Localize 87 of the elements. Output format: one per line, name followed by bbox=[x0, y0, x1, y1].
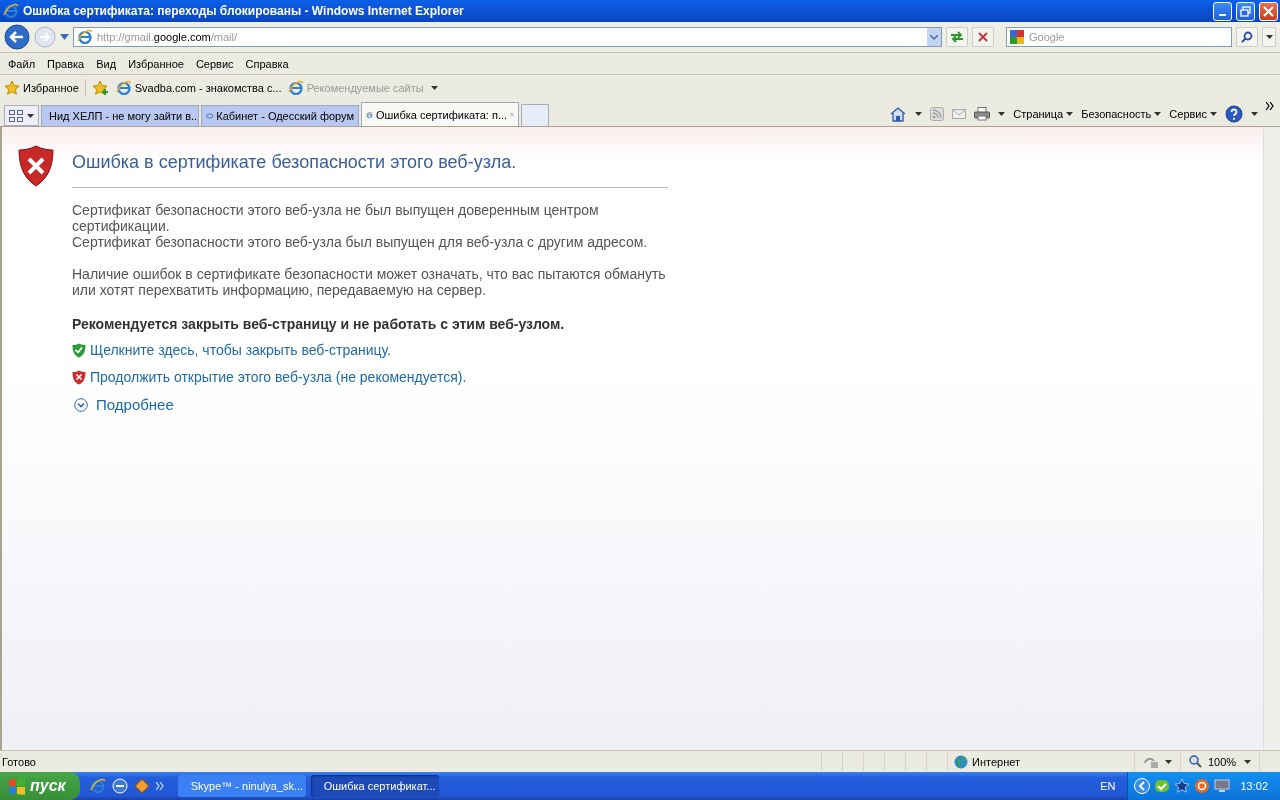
caret-icon[interactable] bbox=[1210, 112, 1217, 116]
caret-icon[interactable] bbox=[1066, 112, 1074, 116]
help-icon[interactable] bbox=[1225, 105, 1243, 123]
tray-expand-icon[interactable] bbox=[1134, 778, 1151, 794]
close-icon bbox=[1263, 5, 1274, 17]
globe-icon bbox=[954, 754, 968, 769]
action-link[interactable]: Щелкните здесь, чтобы закрыть веб-страницу. bbox=[90, 342, 392, 358]
language-indicator[interactable]: EN bbox=[1100, 780, 1128, 792]
command-menu[interactable]: Сервис bbox=[1169, 108, 1217, 120]
stop-cross-icon bbox=[978, 32, 988, 42]
chat-tray-icon[interactable] bbox=[1154, 778, 1171, 794]
minimize-button[interactable] bbox=[1213, 1, 1232, 21]
caret-icon[interactable] bbox=[1154, 112, 1162, 116]
zoom-icon[interactable] bbox=[1189, 755, 1202, 768]
more-info-link[interactable]: Подробнее bbox=[96, 396, 174, 413]
menu-item[interactable]: Правка bbox=[41, 55, 91, 72]
back-button[interactable] bbox=[4, 24, 30, 50]
taskbar-button[interactable]: Skype™ - ninulya_sk... bbox=[177, 775, 306, 797]
caret-icon[interactable] bbox=[1251, 112, 1258, 116]
start-button[interactable]: пуск bbox=[0, 772, 80, 800]
search-button[interactable] bbox=[1236, 27, 1258, 47]
windows-flag-icon bbox=[8, 777, 26, 795]
browser-tab[interactable]: Ошибка сертификата: п... bbox=[361, 102, 519, 126]
search-icon bbox=[1241, 31, 1253, 43]
restore-button[interactable] bbox=[1236, 1, 1255, 21]
recommendation-text: Рекомендуется закрыть веб-страницу и не работать с этим веб-узлом. bbox=[72, 316, 566, 332]
status-text: Готово bbox=[1, 755, 37, 768]
shield-icon bbox=[72, 342, 86, 358]
update-tray-icon[interactable] bbox=[1194, 778, 1211, 794]
printer-icon[interactable] bbox=[974, 107, 991, 121]
command-menu[interactable]: Страница bbox=[1013, 108, 1074, 120]
error-description: Сертификат безопасности этого веб-узла был выпущен для веб-узла с другим адресом. bbox=[72, 234, 649, 250]
shield-icon bbox=[72, 369, 86, 385]
stop-button[interactable] bbox=[972, 27, 994, 47]
close-button[interactable] bbox=[1259, 1, 1278, 21]
favorites-link[interactable]: Svadba.com - знакомства с... bbox=[115, 80, 282, 96]
window-title: Ошибка сертификата: переходы блокированы - Windows Internet Explorer bbox=[23, 4, 465, 18]
page-heading: Ошибка в сертификате безопасности этого веб-узла. bbox=[72, 152, 668, 188]
caret-icon[interactable] bbox=[1265, 35, 1273, 39]
page-icon bbox=[115, 80, 132, 96]
page-icon bbox=[287, 80, 304, 96]
page-icon bbox=[77, 29, 93, 45]
refresh-arrows-icon bbox=[950, 31, 964, 43]
address-dropdown-button[interactable] bbox=[927, 28, 941, 46]
media-icon[interactable] bbox=[133, 778, 150, 794]
recent-pages-caret-icon[interactable] bbox=[60, 34, 69, 40]
command-menu[interactable]: Безопасность bbox=[1081, 108, 1162, 120]
minimize-icon bbox=[1219, 13, 1226, 16]
caret-icon[interactable] bbox=[27, 113, 34, 118]
menu-item[interactable]: Сервис bbox=[189, 55, 240, 72]
search-field[interactable]: Google bbox=[1006, 27, 1232, 47]
refresh-button[interactable] bbox=[946, 27, 968, 47]
menu-item[interactable]: Файл bbox=[2, 55, 42, 72]
error-description: Сертификат безопасности этого веб-узла не был выпущен доверенным центром сертификации. bbox=[72, 202, 600, 234]
star-tray-icon[interactable] bbox=[1174, 778, 1191, 794]
caret-icon[interactable] bbox=[1165, 759, 1172, 764]
caret-icon[interactable] bbox=[1244, 759, 1251, 764]
favorites-button[interactable]: Избранное bbox=[4, 80, 79, 96]
chevron-down-icon bbox=[930, 34, 938, 40]
monitor-tray-icon[interactable] bbox=[1214, 778, 1231, 794]
restore-icon bbox=[1240, 5, 1251, 17]
quick-tabs-button[interactable] bbox=[4, 105, 39, 126]
zoom-level-text[interactable]: 100% bbox=[1208, 755, 1237, 768]
browser-icon[interactable] bbox=[89, 778, 106, 794]
home-icon[interactable] bbox=[889, 106, 908, 122]
star-icon bbox=[4, 80, 20, 96]
menu-item[interactable]: Избранное bbox=[122, 55, 190, 72]
caret-icon[interactable] bbox=[915, 112, 923, 116]
menu-item[interactable]: Справка bbox=[239, 55, 295, 72]
menu-item[interactable]: Вид bbox=[90, 55, 123, 72]
clock: 13:02 bbox=[1240, 780, 1268, 792]
search-options-button[interactable] bbox=[1262, 27, 1276, 47]
shield-error-icon bbox=[18, 145, 54, 187]
ie-logo-icon bbox=[3, 3, 19, 19]
taskbar-button[interactable]: Ошибка сертификат... bbox=[310, 775, 439, 797]
security-zone-text: Интернет bbox=[972, 755, 1020, 768]
grid-icon bbox=[9, 109, 23, 122]
chevron-right-icon[interactable] bbox=[1266, 102, 1274, 110]
add-favorite-icon[interactable] bbox=[91, 80, 110, 96]
expand-chevron-icon[interactable] bbox=[74, 397, 88, 412]
action-link[interactable]: Продолжить открытие этого веб-узла (не рекомендуется). bbox=[90, 369, 467, 385]
caret-icon[interactable] bbox=[998, 112, 1006, 116]
warning-text: Наличие ошибок в сертификате безопасности может означать, что вас пытаются обмануть или хотят перехватить информацию, передаваемую на сервер. bbox=[72, 266, 667, 298]
browser-tab[interactable]: Нид ХЕЛП - не могу зайти в... bbox=[41, 105, 199, 126]
browser-tab[interactable]: Кабинет - Одесский форум bbox=[201, 105, 359, 126]
address-field[interactable]: http://gmail.google.com/mail/ bbox=[73, 27, 942, 47]
url-text: http://gmail.google.com/mail/ bbox=[97, 31, 238, 43]
